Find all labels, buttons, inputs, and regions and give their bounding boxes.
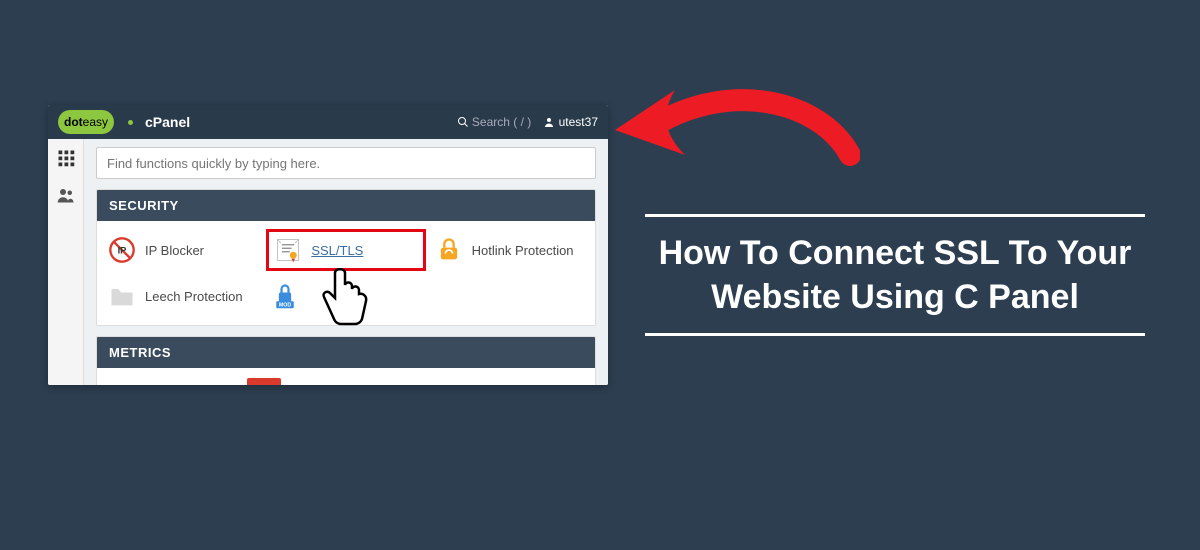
feature-leech-protection[interactable]: Leech Protection: [103, 275, 262, 317]
find-functions-input[interactable]: [96, 147, 596, 179]
divider-bottom: [645, 333, 1145, 336]
search-icon: [457, 116, 469, 128]
feature-label: Hotlink Protection: [472, 243, 574, 258]
feature-hotlink-protection[interactable]: Hotlink Protection: [430, 229, 589, 271]
doteasy-logo: doteasy: [58, 110, 114, 134]
topbar-dot: [128, 120, 133, 125]
ip-blocker-icon: IP: [107, 235, 137, 265]
slide-title: How To Connect SSL To Your Website Using…: [620, 231, 1170, 319]
metrics-section: METRICS: [96, 336, 596, 385]
sidebar: [48, 139, 84, 385]
grid-icon[interactable]: [57, 149, 75, 172]
slide-title-block: How To Connect SSL To Your Website Using…: [620, 200, 1170, 350]
user-menu[interactable]: utest37: [543, 115, 598, 129]
red-arrow-icon: [600, 70, 860, 195]
topbar-search-label: Search ( / ): [472, 115, 531, 129]
svg-text:MOD: MOD: [279, 303, 291, 309]
metrics-item-icon-1: [247, 378, 281, 385]
user-icon: [543, 116, 555, 128]
topbar-title: cPanel: [145, 114, 190, 130]
section-header-metrics: METRICS: [97, 337, 595, 368]
feature-placeholder: [430, 275, 589, 317]
feature-label: Leech Protection: [145, 289, 243, 304]
main-area: SECURITY IP IP Blocker SSL/TLS: [84, 139, 608, 385]
cpanel-window: doteasy cPanel Search ( / ) utest37: [48, 105, 608, 385]
logo-suffix: easy: [83, 115, 108, 129]
folder-icon: [107, 281, 137, 311]
feature-label[interactable]: SSL/TLS: [311, 243, 363, 258]
feature-label: IP Blocker: [145, 243, 204, 258]
username: utest37: [559, 115, 598, 129]
users-icon[interactable]: [57, 186, 75, 209]
feature-ip-blocker[interactable]: IP IP Blocker: [103, 229, 262, 271]
hotlink-icon: [434, 235, 464, 265]
ssl-certificate-icon: [273, 235, 303, 265]
section-header-security: SECURITY: [97, 190, 595, 221]
cpanel-topbar: doteasy cPanel Search ( / ) utest37: [48, 105, 608, 139]
svg-text:IP: IP: [118, 246, 127, 256]
security-section: SECURITY IP IP Blocker SSL/TLS: [96, 189, 596, 326]
feature-modsecurity[interactable]: MOD ModSecurity: [266, 275, 425, 317]
modsecurity-icon: MOD: [270, 281, 300, 311]
logo-prefix: dot: [64, 115, 83, 129]
topbar-search[interactable]: Search ( / ): [457, 115, 532, 129]
feature-ssl-tls[interactable]: SSL/TLS: [266, 229, 425, 271]
divider-top: [645, 214, 1145, 217]
